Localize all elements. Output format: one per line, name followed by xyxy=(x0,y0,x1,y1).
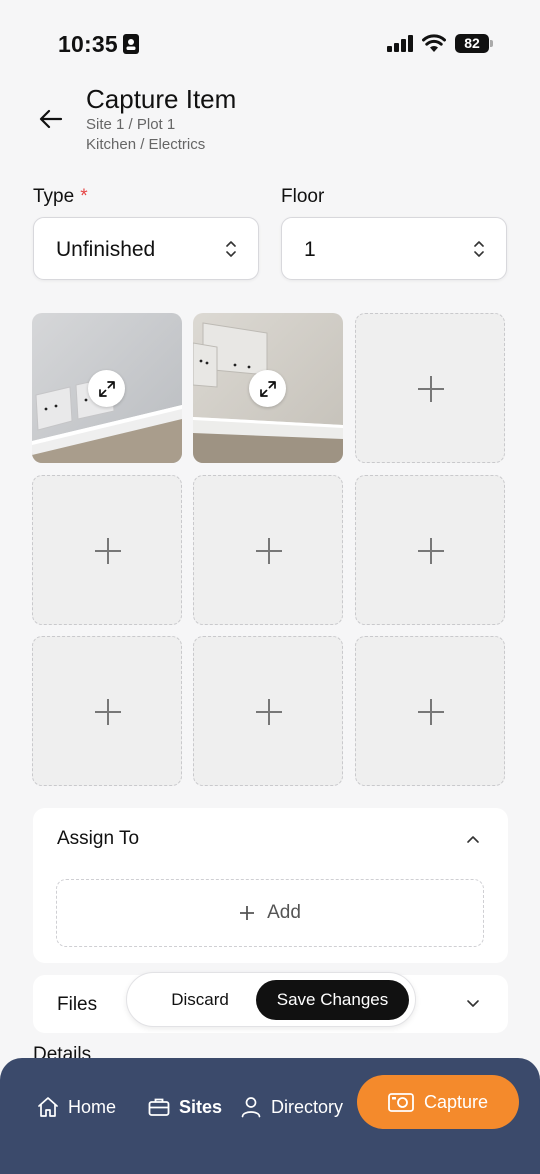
user-icon xyxy=(241,1097,261,1118)
plus-icon xyxy=(418,538,444,564)
contact-card-icon xyxy=(123,34,139,54)
chevron-up-down-icon xyxy=(226,241,236,257)
nav-sites-label: Sites xyxy=(179,1096,223,1117)
floor-label: Floor xyxy=(281,186,325,207)
nav-capture[interactable]: Capture xyxy=(357,1075,519,1129)
add-photo-slot[interactable] xyxy=(355,313,505,463)
nav-directory-label: Directory xyxy=(271,1096,344,1117)
battery-nub xyxy=(490,40,493,47)
expand-icon xyxy=(98,380,115,397)
type-label-text: Type xyxy=(33,186,75,207)
cellular-signal-icon xyxy=(387,35,413,52)
chevron-up-icon[interactable] xyxy=(466,834,480,844)
back-button[interactable] xyxy=(34,104,68,134)
nav-home-label: Home xyxy=(68,1096,117,1117)
add-photo-slot[interactable] xyxy=(355,636,505,786)
plus-icon xyxy=(95,699,121,725)
wifi-icon xyxy=(422,34,446,52)
files-title: Files xyxy=(57,994,98,1015)
plus-icon xyxy=(418,376,444,402)
floor-select-value: 1 xyxy=(304,238,316,261)
unsaved-changes-bar: Discard Save Changes xyxy=(126,972,416,1027)
page-title: Capture Item xyxy=(86,84,237,114)
briefcase-icon xyxy=(148,1098,170,1116)
status-time: 10:35 xyxy=(58,31,118,57)
save-changes-button[interactable]: Save Changes xyxy=(256,980,409,1020)
status-bar: 10:35 82 xyxy=(0,0,540,80)
floor-select[interactable]: 1 xyxy=(281,217,507,280)
photo-thumbnail-2[interactable] xyxy=(193,313,343,463)
expand-photo-button[interactable] xyxy=(88,370,125,407)
required-mark: * xyxy=(80,186,88,207)
add-assignee-button[interactable]: Add xyxy=(56,879,484,947)
add-photo-slot[interactable] xyxy=(193,475,343,625)
nav-capture-label: Capture xyxy=(423,1091,489,1112)
nav-sites[interactable]: Sites xyxy=(147,1088,222,1126)
battery-indicator: 82 xyxy=(455,34,493,53)
camera-icon xyxy=(388,1093,414,1112)
assign-to-section: Assign To Add xyxy=(33,808,508,963)
add-photo-slot[interactable] xyxy=(355,475,505,625)
nav-home[interactable]: Home xyxy=(36,1088,116,1126)
battery-level: 82 xyxy=(455,34,489,53)
photo-thumbnail-1[interactable] xyxy=(32,313,182,463)
plus-icon xyxy=(256,538,282,564)
add-photo-slot[interactable] xyxy=(32,636,182,786)
type-label: Type * xyxy=(33,186,88,208)
home-icon xyxy=(38,1097,58,1117)
plus-icon xyxy=(95,538,121,564)
breadcrumb-site: Site 1 / Plot 1 xyxy=(86,116,176,133)
type-select[interactable]: Unfinished xyxy=(33,217,259,280)
expand-photo-button[interactable] xyxy=(249,370,286,407)
nav-directory[interactable]: Directory xyxy=(239,1088,343,1126)
add-photo-slot[interactable] xyxy=(32,475,182,625)
type-select-value: Unfinished xyxy=(56,238,156,261)
expand-icon xyxy=(259,380,276,397)
chevron-down-icon[interactable] xyxy=(466,999,480,1009)
plus-icon xyxy=(418,699,444,725)
assign-to-title: Assign To xyxy=(57,828,140,849)
plus-icon xyxy=(256,699,282,725)
add-photo-slot[interactable] xyxy=(193,636,343,786)
breadcrumb-location: Kitchen / Electrics xyxy=(86,136,206,153)
add-assignee-label: Add xyxy=(267,902,301,923)
plus-icon xyxy=(240,906,255,920)
bottom-navigation: Home Sites Directory Capture xyxy=(0,1058,540,1174)
arrow-left-icon xyxy=(39,109,63,129)
chevron-up-down-icon xyxy=(474,241,484,257)
discard-button[interactable]: Discard xyxy=(137,980,263,1020)
